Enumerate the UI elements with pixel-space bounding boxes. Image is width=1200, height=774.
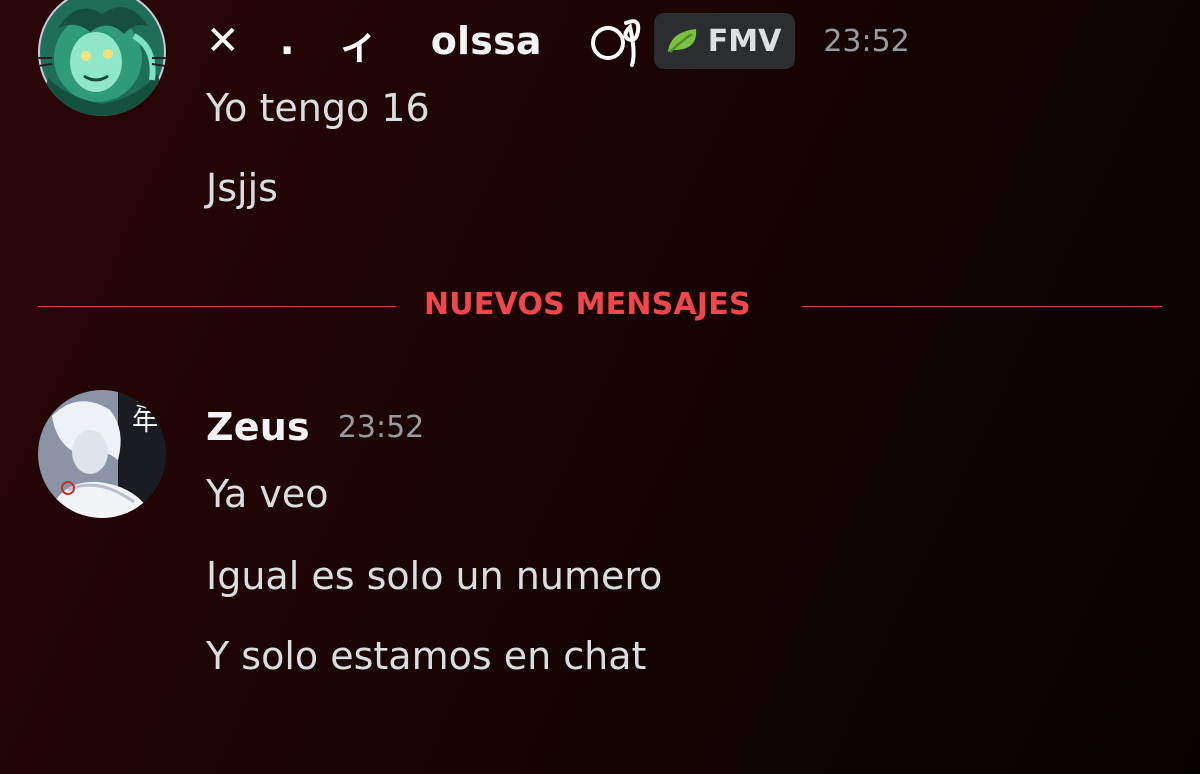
avatar-image xyxy=(38,0,166,116)
message-header: ✕ . ィ olssa FMV 23:52 xyxy=(206,12,910,70)
message-text: Igual es solo un numero xyxy=(206,554,663,598)
guild-tag-label: FMV xyxy=(707,23,782,59)
message-text: Jsjjs xyxy=(206,166,278,210)
divider-label: NUEVOS MENSAJES xyxy=(424,287,751,322)
leaf-icon xyxy=(666,26,700,56)
divider-line-left xyxy=(38,306,396,307)
timestamp[interactable]: 23:52 xyxy=(823,24,909,59)
avatar-image: 年 ミ xyxy=(38,390,166,518)
svg-text:ミ: ミ xyxy=(134,393,150,412)
avatar[interactable]: 年 ミ xyxy=(38,390,166,518)
username-decor-glyph: ィ xyxy=(338,22,379,68)
username[interactable]: olssa xyxy=(431,19,542,63)
guild-tag[interactable]: FMV xyxy=(653,13,796,69)
circle-curl-icon xyxy=(586,13,650,69)
new-messages-divider: NUEVOS MENSAJES xyxy=(38,282,1162,332)
username-decor-dot: . xyxy=(279,18,295,64)
message-text: Ya veo xyxy=(206,472,329,516)
username-decor-x: ✕ xyxy=(206,18,240,64)
chat-message-list: ✕ . ィ olssa FMV 23:52 Yo tengo 16 Jsjjs … xyxy=(0,0,1200,774)
message-text: Y solo estamos en chat xyxy=(206,634,647,678)
timestamp[interactable]: 23:52 xyxy=(338,410,424,445)
message-header: Zeus 23:52 xyxy=(206,405,424,449)
divider-line-right xyxy=(802,306,1162,307)
message-text: Yo tengo 16 xyxy=(206,86,430,130)
avatar[interactable] xyxy=(38,0,166,116)
username[interactable]: Zeus xyxy=(206,405,310,449)
